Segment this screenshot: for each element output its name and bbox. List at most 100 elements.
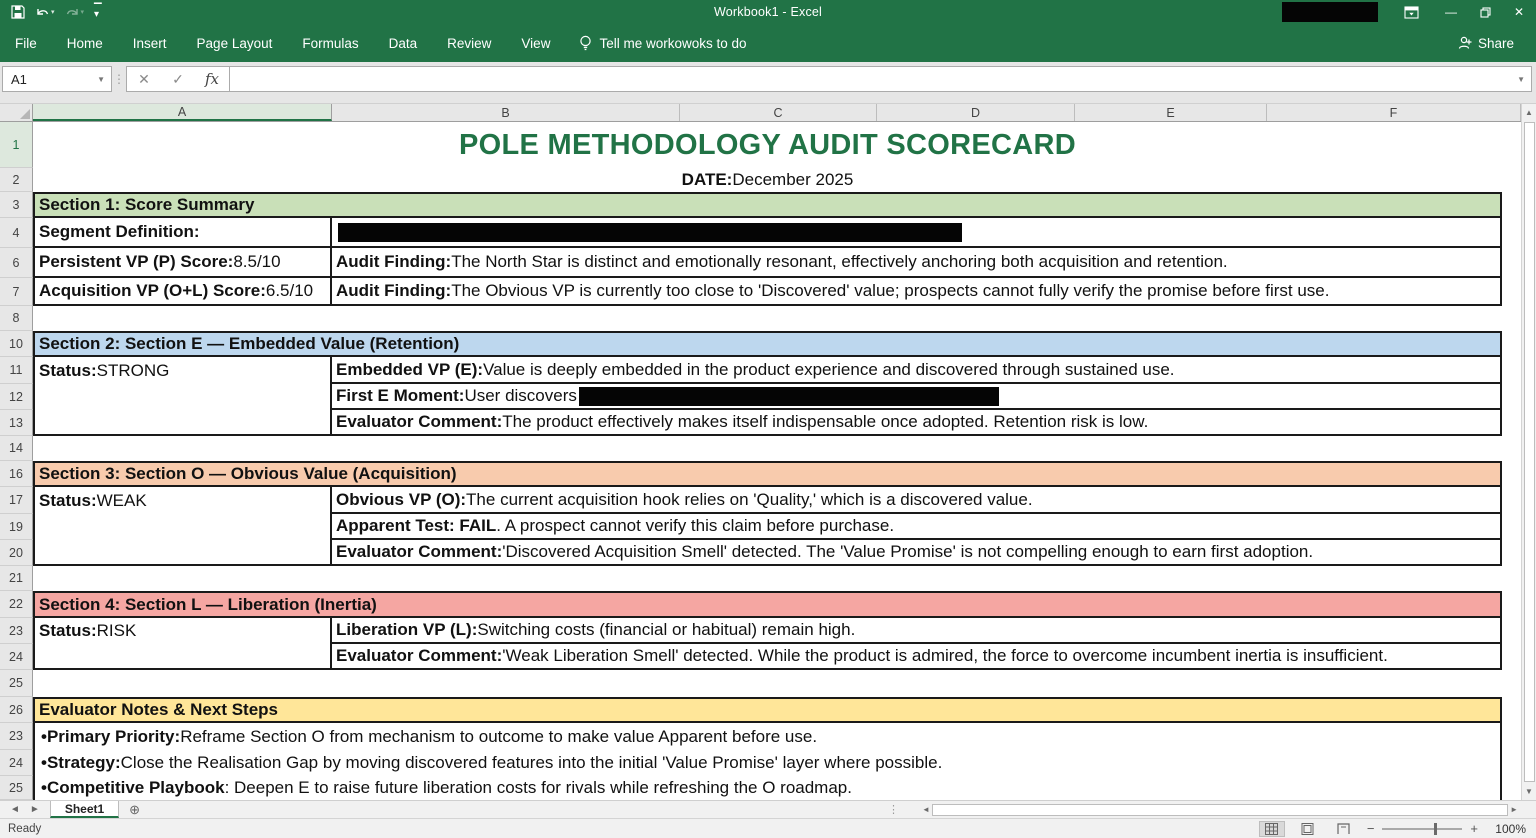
undo-dropdown-icon[interactable]: ▾ (51, 8, 55, 16)
tell-me-box[interactable]: Tell me workowoks to do (565, 35, 746, 52)
normal-view-icon[interactable] (1259, 821, 1285, 837)
row-header-20[interactable]: 20 (0, 540, 33, 566)
row-header-22[interactable]: 22 (0, 591, 33, 618)
cell-B4[interactable] (332, 218, 1502, 248)
add-sheet-icon[interactable]: ⊕ (129, 802, 140, 818)
row-header-16[interactable]: 16 (0, 461, 33, 487)
cell-A20[interactable] (33, 540, 332, 566)
redo-dropdown-icon[interactable]: ▾ (81, 8, 85, 16)
row-header-24[interactable]: 24 (0, 750, 33, 776)
row-header-4[interactable]: 4 (0, 218, 33, 248)
row-header-19[interactable]: 19 (0, 514, 33, 540)
row-header-12[interactable]: 12 (0, 384, 33, 410)
customize-qat-button[interactable]: ▔▾ (91, 2, 105, 22)
row-header-26[interactable]: 26 (0, 697, 33, 723)
horizontal-scroll-thumb[interactable] (932, 804, 1508, 816)
next-sheet-icon[interactable]: ► (30, 804, 40, 815)
name-box[interactable]: A1 ▼ (2, 66, 112, 92)
section-header[interactable]: Section 3: Section O — Obvious Value (Ac… (33, 461, 1502, 487)
row-header-11[interactable]: 11 (0, 357, 33, 384)
cell-A6[interactable]: Persistent VP (P) Score: 8.5/10 (33, 248, 332, 278)
cell-A13[interactable] (33, 410, 332, 436)
select-all-corner[interactable] (0, 104, 33, 121)
section-header[interactable]: Evaluator Notes & Next Steps (33, 697, 1502, 723)
row-header-3[interactable]: 3 (0, 192, 33, 218)
cell-B17[interactable]: Obvious VP (O): The current acquisition … (332, 487, 1502, 514)
row-header-25[interactable]: 25 (0, 776, 33, 800)
row-header-23[interactable]: 23 (0, 723, 33, 750)
section-header[interactable]: Section 1: Score Summary (33, 192, 1502, 218)
row-header-7[interactable]: 7 (0, 278, 33, 306)
cell-A23[interactable]: Status: RISK (33, 618, 332, 644)
row-header-24[interactable]: 24 (0, 644, 33, 670)
scroll-down-icon[interactable]: ▼ (1522, 783, 1536, 800)
row-header-1[interactable]: 1 (0, 122, 33, 168)
ribbon-tab-view[interactable]: View (506, 24, 565, 62)
zoom-in-icon[interactable]: + (1470, 821, 1478, 836)
column-header-F[interactable]: F (1267, 104, 1521, 121)
share-button[interactable]: Share (1458, 36, 1536, 51)
redo-button[interactable]: ▾ (62, 2, 88, 22)
row-header-25[interactable]: 25 (0, 670, 33, 697)
ribbon-tab-formulas[interactable]: Formulas (287, 24, 373, 62)
vertical-scrollbar[interactable]: ▲ ▼ (1521, 104, 1536, 800)
row-header-14[interactable]: 14 (0, 436, 33, 461)
row-header-10[interactable]: 10 (0, 331, 33, 357)
insert-function-icon[interactable]: fx (195, 70, 229, 88)
scroll-left-icon[interactable]: ◄ (922, 805, 930, 814)
ribbon-tab-review[interactable]: Review (432, 24, 506, 62)
vertical-scroll-thumb[interactable] (1524, 122, 1535, 782)
cell-A19[interactable] (33, 514, 332, 540)
cell-A7[interactable]: Acquisition VP (O+L) Score: 6.5/10 (33, 278, 332, 306)
column-header-E[interactable]: E (1075, 104, 1267, 121)
cell-B19[interactable]: Apparent Test: FAIL. A prospect cannot v… (332, 514, 1502, 540)
row-header-2[interactable]: 2 (0, 168, 33, 192)
cell-A11[interactable]: Status: STRONG (33, 357, 332, 384)
zoom-slider[interactable] (1382, 828, 1462, 830)
minimize-button[interactable]: — (1434, 0, 1468, 24)
row-header-23[interactable]: 23 (0, 618, 33, 644)
cell-A24[interactable] (33, 644, 332, 670)
cell-B20[interactable]: Evaluator Comment: 'Discovered Acquisiti… (332, 540, 1502, 566)
column-header-B[interactable]: B (332, 104, 680, 121)
ribbon-tab-home[interactable]: Home (52, 24, 118, 62)
cell-B11[interactable]: Embedded VP (E): Value is deeply embedde… (332, 357, 1502, 384)
column-header-A[interactable]: A (33, 104, 332, 121)
cell-A4[interactable]: Segment Definition: (33, 218, 332, 248)
section-header[interactable]: Section 4: Section L — Liberation (Inert… (33, 591, 1502, 618)
ribbon-display-options-icon[interactable] (1394, 0, 1428, 24)
ribbon-tab-insert[interactable]: Insert (118, 24, 182, 62)
row-header-21[interactable]: 21 (0, 566, 33, 591)
close-button[interactable]: ✕ (1502, 0, 1536, 24)
row-header-6[interactable]: 6 (0, 248, 33, 278)
scroll-up-icon[interactable]: ▲ (1522, 104, 1536, 121)
formula-bar-expand-icon[interactable]: ▼ (1517, 75, 1531, 84)
cell-B12[interactable]: First E Moment: User discovers (332, 384, 1502, 410)
row-header-8[interactable]: 8 (0, 306, 33, 331)
save-icon[interactable] (8, 2, 28, 22)
cell-B6[interactable]: Audit Finding: The North Star is distinc… (332, 248, 1502, 278)
page-break-view-icon[interactable] (1331, 821, 1357, 837)
name-box-dropdown-icon[interactable]: ▼ (97, 75, 111, 84)
formula-bar-splitter[interactable]: ⋮ (112, 66, 126, 92)
cell-A12[interactable] (33, 384, 332, 410)
restore-button[interactable] (1468, 0, 1502, 24)
ribbon-tab-file[interactable]: File (0, 24, 52, 62)
row-header-13[interactable]: 13 (0, 410, 33, 436)
prev-sheet-icon[interactable]: ◄ (10, 804, 20, 815)
cell-A17[interactable]: Status: WEAK (33, 487, 332, 514)
cell-B13[interactable]: Evaluator Comment: The product effective… (332, 410, 1502, 436)
column-header-D[interactable]: D (877, 104, 1075, 121)
tab-scroll-splitter[interactable]: ⋮ (888, 803, 899, 816)
cancel-icon[interactable]: ✕ (127, 71, 161, 88)
sheet-tab-sheet1[interactable]: Sheet1 (50, 801, 119, 818)
enter-icon[interactable]: ✓ (161, 71, 195, 88)
note-row[interactable]: • Primary Priority: Reframe Section O fr… (33, 723, 1502, 750)
ribbon-tab-page-layout[interactable]: Page Layout (182, 24, 288, 62)
section-header[interactable]: Section 2: Section E — Embedded Value (R… (33, 331, 1502, 357)
cell-B7[interactable]: Audit Finding: The Obvious VP is current… (332, 278, 1502, 306)
cell-B23[interactable]: Liberation VP (L): Switching costs (fina… (332, 618, 1502, 644)
horizontal-scrollbar[interactable]: ◄ ► (922, 803, 1518, 816)
note-row[interactable]: • Competitive Playbook: Deepen E to rais… (33, 776, 1502, 800)
column-header-C[interactable]: C (680, 104, 877, 121)
